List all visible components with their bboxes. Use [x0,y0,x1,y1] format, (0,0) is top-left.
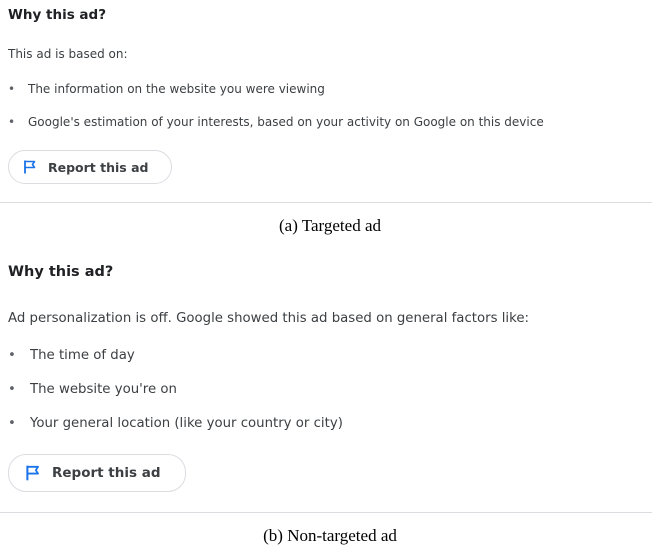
list-item: • The website you're on [8,382,177,397]
list-item: • Google's estimation of your interests, … [8,115,544,129]
bullet-icon: • [8,416,16,431]
targeted-ad-panel: Why this ad? This ad is based on: • The i… [0,0,652,203]
list-item: • Your general location (like your countr… [8,416,343,431]
list-item-text: The website you're on [30,382,177,397]
list-item-text: The information on the website you were … [28,82,325,96]
panel-intro: This ad is based on: [8,47,128,61]
report-ad-button[interactable]: Report this ad [8,454,186,492]
list-item-text: The time of day [30,348,135,363]
report-ad-label: Report this ad [52,465,161,481]
flag-icon [24,464,52,482]
bullet-icon: • [8,82,16,96]
bullet-icon: • [8,348,16,363]
list-item: • The time of day [8,348,135,363]
panel-title: Why this ad? [8,264,114,280]
report-ad-label: Report this ad [48,159,149,175]
figure-caption: (b) Non-targeted ad [263,526,397,545]
panel-title: Why this ad? [8,7,107,23]
panel-intro: Ad personalization is off. Google showed… [8,311,530,326]
list-item: • The information on the website you were… [8,82,325,96]
bullet-icon: • [8,382,16,397]
report-ad-button[interactable]: Report this ad [8,150,172,184]
flag-icon [22,159,48,175]
list-item-text: Google's estimation of your interests, b… [28,115,544,129]
list-item-text: Your general location (like your country… [30,416,343,431]
non-targeted-ad-panel: Why this ad? Ad personalization is off. … [0,254,652,513]
bullet-icon: • [8,115,16,129]
figure-caption: (a) Targeted ad [278,216,382,235]
